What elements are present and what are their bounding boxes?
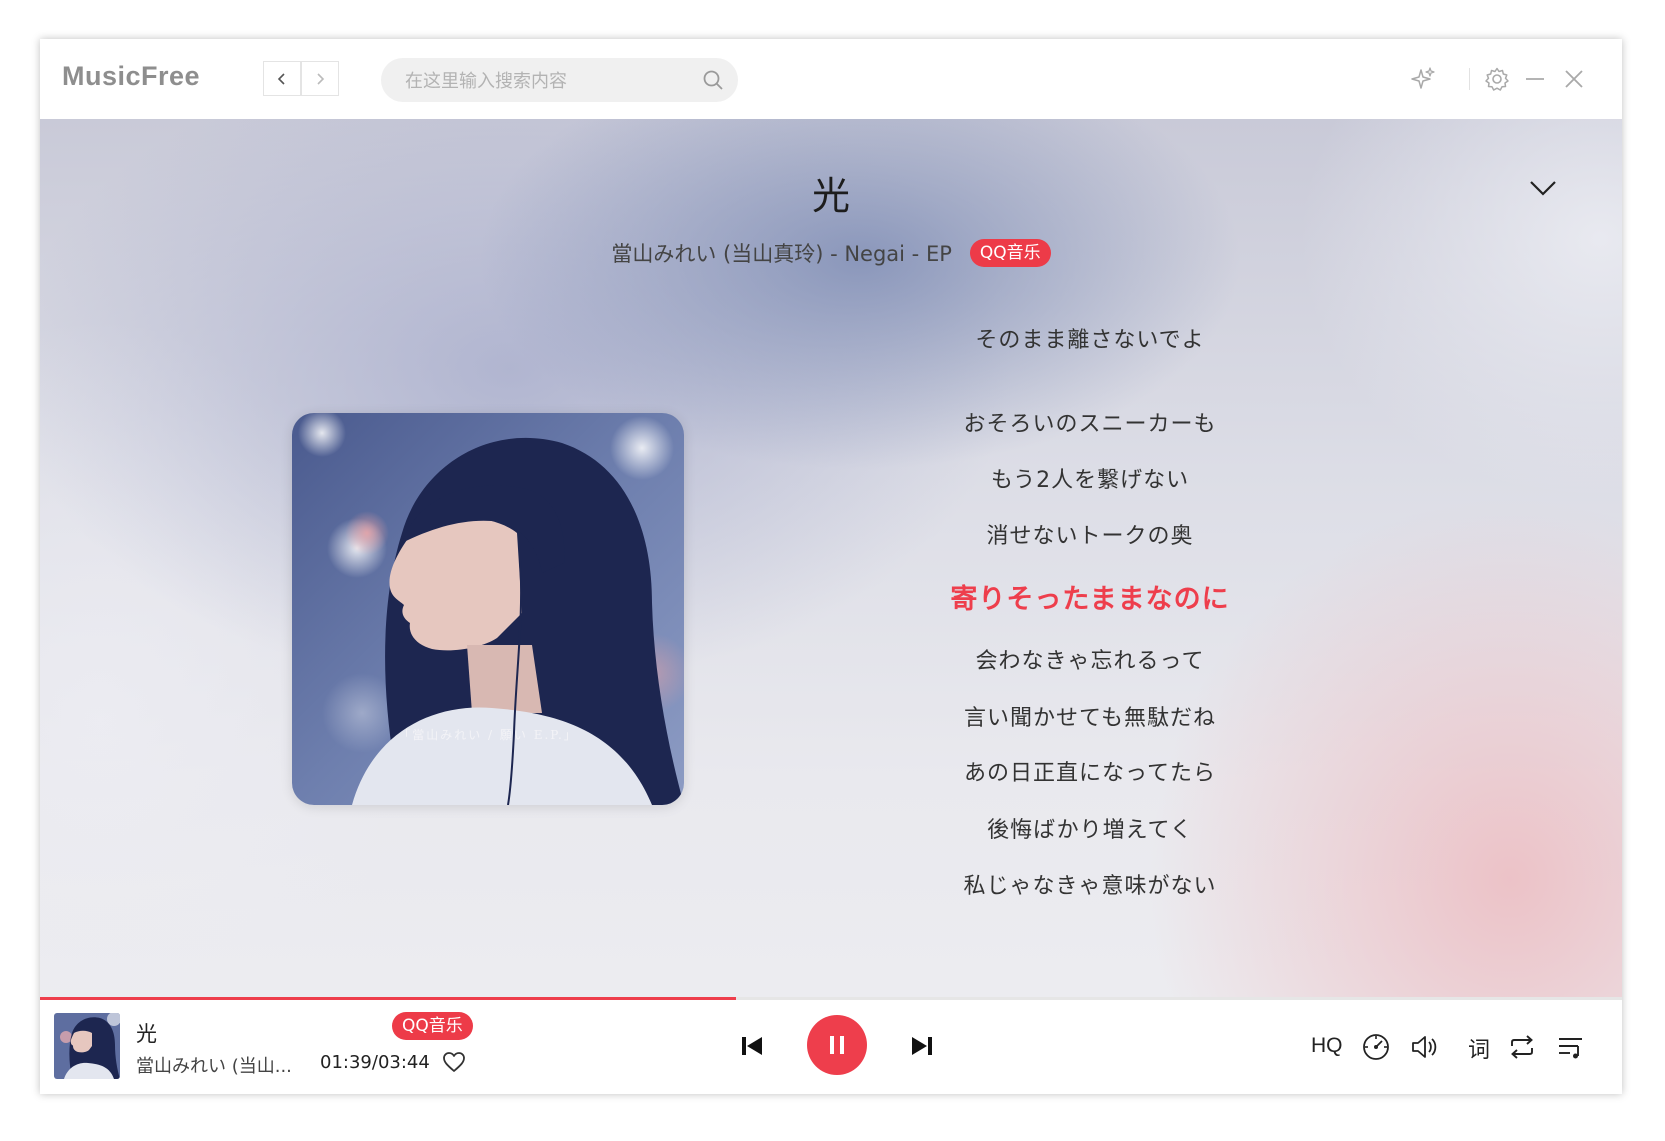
chevron-left-icon: [277, 72, 285, 85]
back-button[interactable]: [263, 61, 301, 96]
album-caption: 「當山みれい / 願い E.P.」: [398, 728, 578, 742]
close-button[interactable]: [1560, 65, 1588, 93]
title-bar: MusicFree: [40, 39, 1622, 119]
repeat-icon: [1511, 1035, 1533, 1059]
mini-artist[interactable]: 當山みれい (当山...: [136, 1052, 292, 1078]
song-title: 光: [811, 174, 850, 218]
mini-song-title[interactable]: 光: [136, 1018, 157, 1048]
settings-button[interactable]: [1483, 65, 1511, 93]
toolbar-divider: [1469, 68, 1470, 90]
playlist-button[interactable]: [1556, 1032, 1586, 1062]
volume-button[interactable]: [1409, 1032, 1439, 1062]
skip-next-icon: [912, 1037, 932, 1055]
lyric-line[interactable]: そのまま離さないでよ: [870, 322, 1310, 354]
repeat-mode-button[interactable]: [1507, 1032, 1537, 1062]
minimize-button[interactable]: [1521, 65, 1549, 93]
close-icon: [1565, 70, 1583, 88]
lyric-line[interactable]: あの日正直になってたら: [870, 755, 1310, 787]
minimize-icon: [1526, 78, 1544, 80]
mini-album-cover[interactable]: [54, 1013, 120, 1079]
search-icon[interactable]: [702, 69, 724, 91]
theme-button[interactable]: [1409, 65, 1437, 93]
chevron-down-icon[interactable]: [1525, 174, 1561, 202]
skip-previous-icon: [742, 1037, 762, 1055]
search-input[interactable]: [403, 58, 697, 104]
quality-button[interactable]: HQ: [1311, 1034, 1343, 1058]
volume-icon: [1412, 1036, 1437, 1058]
heart-icon[interactable]: [441, 1049, 467, 1075]
app-logo: MusicFree: [62, 61, 201, 91]
lyric-line[interactable]: 会わなきゃ忘れるって: [870, 643, 1310, 675]
search-box: [381, 58, 738, 104]
lyrics-panel[interactable]: そのまま離さないでよ おそろいのスニーカーも もう2人を繋げない 消せないトーク…: [870, 319, 1310, 979]
pause-button[interactable]: [807, 1015, 867, 1075]
lyric-line[interactable]: 消せないトークの奥: [870, 518, 1310, 550]
gear-icon: [1485, 67, 1509, 91]
sparkle-icon: [1411, 67, 1435, 89]
artist-album[interactable]: 當山みれい (当山真玲) - Negai - EP: [611, 238, 952, 268]
chevron-right-icon: [317, 72, 325, 85]
lyrics-toggle-button[interactable]: 词: [1468, 1032, 1490, 1064]
song-meta: 當山みれい (当山真玲) - Negai - EP QQ音乐: [40, 235, 1622, 271]
lyric-line[interactable]: もう2人を繋げない: [870, 462, 1310, 494]
gauge-icon: [1363, 1034, 1389, 1060]
playlist-icon: [1559, 1038, 1582, 1059]
forward-button[interactable]: [301, 61, 339, 96]
lyric-line[interactable]: おそろいのスニーカーも: [870, 406, 1310, 438]
album-cover: 「當山みれい / 願い E.P.」: [292, 413, 684, 805]
previous-button[interactable]: [734, 1028, 770, 1064]
lyric-line[interactable]: 言い聞かせても無駄だね: [870, 700, 1310, 732]
player-bar: 光 QQ音乐 當山みれい (当山... 01:39/03:44 HQ 词: [40, 1000, 1622, 1094]
source-badge: QQ音乐: [969, 239, 1051, 267]
playback-time: 01:39/03:44: [320, 1052, 430, 1073]
app-window: MusicFree 在这里输入搜索内容 光 當山みれい (当山真玲) - Neg…: [40, 39, 1622, 1094]
lyric-line[interactable]: 私じゃなきゃ意味がない: [870, 868, 1310, 900]
lyric-line[interactable]: 後悔ばかり増えてく: [870, 812, 1310, 844]
next-button[interactable]: [904, 1028, 940, 1064]
mini-source-badge: QQ音乐: [392, 1012, 473, 1040]
player-detail-view: 光 當山みれい (当山真玲) - Negai - EP QQ音乐 「當山みれい …: [40, 119, 1622, 997]
pause-icon: [830, 1036, 844, 1054]
lyric-line-current[interactable]: 寄りそったままなのに: [870, 577, 1310, 616]
speed-button[interactable]: [1361, 1032, 1391, 1062]
